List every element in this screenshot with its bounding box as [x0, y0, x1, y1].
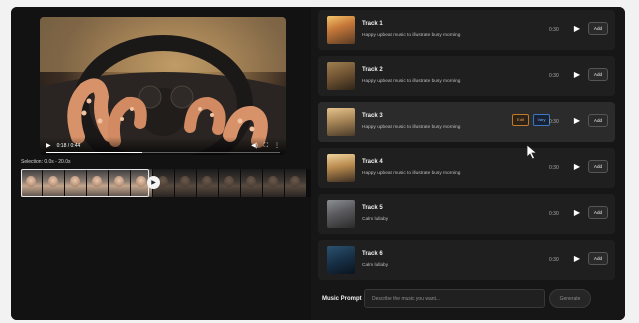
track-description: Happy upbeat music to illustrate busy mo… — [362, 125, 461, 130]
generate-button[interactable]: Generate — [549, 289, 591, 308]
track-list: Track 1 Happy upbeat music to illustrate … — [318, 10, 618, 280]
video-player[interactable]: ▶ 0:18 / 0:44 ◀) ⛶ ⋮ — [40, 17, 286, 155]
mouse-cursor-icon — [526, 144, 538, 160]
play-icon[interactable]: ▶ — [572, 162, 582, 172]
track-duration: 0:30 — [549, 73, 559, 79]
play-icon[interactable]: ▶ — [572, 116, 582, 126]
video-editor-pane: ▶ 0:18 / 0:44 ◀) ⛶ ⋮ Selection: 0.0s - 2… — [11, 7, 311, 320]
music-prompt-bar: Music Prompt Generate — [311, 287, 625, 320]
track-description: Happy upbeat music to illustrate busy mo… — [362, 33, 461, 38]
timeline-selection[interactable] — [21, 169, 149, 197]
track-description: Happy upbeat music to illustrate busy mo… — [362, 79, 461, 84]
add-track-button[interactable]: Add — [588, 68, 608, 81]
video-time: 0:18 / 0:44 — [56, 143, 81, 149]
timeline-playhead-handle[interactable]: ▶ — [147, 176, 160, 189]
track-duration: 0:30 — [549, 165, 559, 171]
track-thumbnail — [327, 246, 355, 274]
track-title: Track 3 — [362, 113, 383, 119]
track-row[interactable]: Track 6 Calm lullaby 0:30 ▶ Add — [318, 240, 615, 280]
track-duration: 0:30 — [549, 211, 559, 217]
timeline-frame — [175, 169, 196, 197]
video-progress-bar[interactable] — [46, 151, 280, 153]
play-icon[interactable]: ▶ — [572, 70, 582, 80]
add-track-button[interactable]: Add — [588, 252, 608, 265]
track-row[interactable]: Track 4 Happy upbeat music to illustrate … — [318, 148, 615, 188]
track-title: Track 2 — [362, 67, 383, 73]
timeline-frame — [219, 169, 240, 197]
track-title: Track 1 — [362, 21, 383, 27]
track-title: Track 5 — [362, 205, 383, 211]
music-prompt-label: Music Prompt — [322, 296, 362, 302]
track-description: Calm lullaby — [362, 263, 389, 268]
track-row[interactable]: Track 5 Calm lullaby 0:30 ▶ Add — [318, 194, 615, 234]
track-title: Track 4 — [362, 159, 383, 165]
timeline-frame — [241, 169, 262, 197]
volume-icon[interactable]: ◀) — [251, 143, 258, 149]
fullscreen-icon[interactable]: ⛶ — [264, 143, 268, 149]
add-track-button[interactable]: Add — [588, 22, 608, 35]
track-thumbnail — [327, 62, 355, 90]
track-duration: 0:30 — [549, 257, 559, 263]
music-prompt-input[interactable] — [364, 289, 545, 308]
track-row[interactable]: Track 1 Happy upbeat music to illustrate … — [318, 10, 615, 50]
play-icon[interactable]: ▶ — [572, 24, 582, 34]
add-track-button[interactable]: Add — [588, 206, 608, 219]
video-progress-fill — [46, 151, 142, 153]
track-thumbnail — [327, 16, 355, 44]
track-thumbnail — [327, 154, 355, 182]
timeline-frame — [285, 169, 306, 197]
add-track-button[interactable]: Add — [588, 160, 608, 173]
edit-button[interactable]: Edit — [512, 114, 529, 126]
play-icon[interactable]: ▶ — [572, 254, 582, 264]
timeline-frame — [263, 169, 284, 197]
track-description: Happy upbeat music to illustrate busy mo… — [362, 171, 461, 176]
add-track-button[interactable]: Add — [588, 114, 608, 127]
track-title: Track 6 — [362, 251, 383, 257]
video-frame-illustration — [40, 17, 286, 155]
play-icon[interactable]: ▶ — [46, 143, 51, 149]
music-tracks-pane: Track 1 Happy upbeat music to illustrate … — [311, 7, 625, 320]
more-vertical-icon[interactable]: ⋮ — [274, 143, 280, 149]
track-thumbnail — [327, 108, 355, 136]
track-row[interactable]: Track 3 Happy upbeat music to illustrate … — [318, 102, 615, 142]
track-duration: 0:30 — [549, 119, 559, 125]
timeline-frame — [197, 169, 218, 197]
track-description: Calm lullaby — [362, 217, 389, 222]
track-row[interactable]: Track 2 Happy upbeat music to illustrate … — [318, 56, 615, 96]
vary-button[interactable]: Vary — [533, 114, 550, 126]
selection-label: Selection: 0.0s - 20.0s — [21, 159, 71, 165]
track-duration: 0:30 — [549, 27, 559, 33]
app-window: ▶ 0:18 / 0:44 ◀) ⛶ ⋮ Selection: 0.0s - 2… — [11, 7, 625, 320]
play-icon[interactable]: ▶ — [572, 208, 582, 218]
track-thumbnail — [327, 200, 355, 228]
